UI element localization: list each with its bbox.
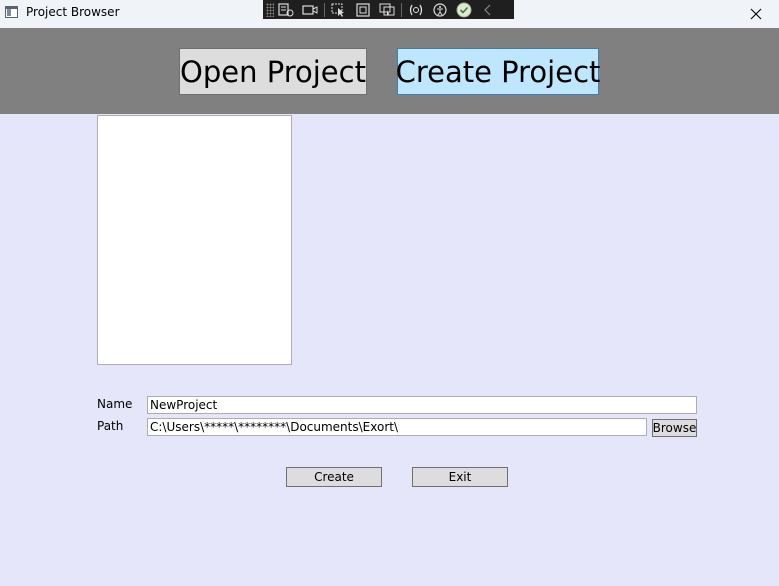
create-project-button[interactable]: Create Project [396, 48, 600, 95]
debug-toolbar [263, 0, 514, 19]
collapse-toolbar-icon[interactable] [476, 0, 500, 19]
accessibility-icon[interactable] [428, 0, 452, 19]
window-title: Project Browser [26, 5, 120, 19]
window-close-button[interactable] [733, 0, 779, 28]
create-button[interactable]: Create [286, 467, 382, 487]
toolbar-separator [324, 2, 325, 17]
video-camera-icon[interactable] [298, 0, 322, 19]
display-layout-adorners-icon[interactable] [351, 0, 375, 19]
binding-failures-icon[interactable] [404, 0, 428, 19]
select-element-icon[interactable] [327, 0, 351, 19]
title-bar: Project Browser [0, 0, 779, 28]
toolbar-grip-icon[interactable] [266, 2, 274, 17]
name-input[interactable]: NewProject [147, 396, 697, 414]
path-input[interactable]: C:\Users\*****\********\Documents\Exort\ [147, 418, 647, 436]
template-list-box[interactable] [97, 115, 292, 365]
check-ok-icon[interactable] [452, 0, 476, 19]
browse-button[interactable]: Browse [652, 419, 697, 437]
open-project-button[interactable]: Open Project [179, 48, 367, 95]
exit-button[interactable]: Exit [412, 467, 508, 487]
toolbar-separator [401, 2, 402, 17]
app-window-icon [5, 6, 18, 18]
path-label: Path [97, 419, 124, 433]
header-bar: Open Project Create Project [0, 28, 779, 114]
live-visual-tree-icon[interactable] [274, 0, 298, 19]
track-focused-element-icon[interactable] [375, 0, 399, 19]
close-icon [750, 8, 762, 20]
name-label: Name [97, 397, 133, 411]
